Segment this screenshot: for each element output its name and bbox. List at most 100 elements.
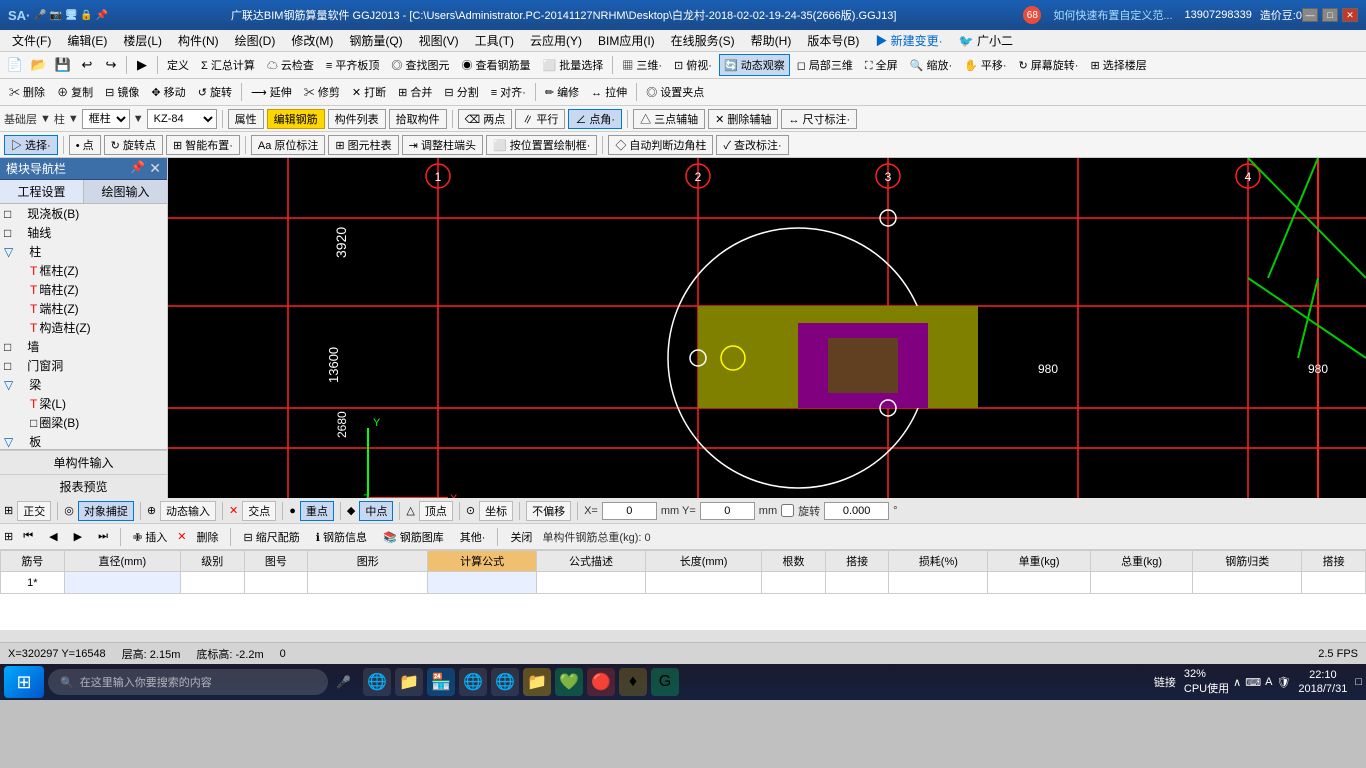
dynamic-view-btn[interactable]: 🔄 动态观察 <box>719 54 790 76</box>
arrow-right-btn[interactable]: ▶ <box>131 54 153 76</box>
pick-comp-btn[interactable]: 拾取构件 <box>389 109 447 129</box>
object-snap-btn[interactable]: 对象捕捉 <box>78 501 134 521</box>
move-op-btn[interactable]: ✥ 移动 <box>146 81 190 103</box>
setpoint-op-btn[interactable]: ◎ 设置夹点 <box>641 81 709 103</box>
place-draw-btn[interactable]: ⬜ 按位置置绘制框· <box>486 135 597 155</box>
rotate-check[interactable] <box>781 504 794 517</box>
zoom-btn[interactable]: 🔍 缩放· <box>905 54 957 76</box>
notification-badge[interactable]: 68 <box>1023 6 1041 24</box>
midpoint-btn[interactable]: 重点 <box>300 501 334 521</box>
rebar-info-btn[interactable]: ℹ 钢筋信息 <box>310 527 373 547</box>
property-btn[interactable]: 属性 <box>228 109 264 129</box>
canvas-area[interactable]: 1 2 3 4 3920 13600 2680 980 980 <box>168 158 1366 498</box>
first-btn[interactable]: ⏮ <box>17 528 39 545</box>
stretch-op-btn[interactable]: ↔ 拉伸 <box>586 81 632 103</box>
project-settings-btn[interactable]: 工程设置 <box>0 180 84 203</box>
tree-item-darkcol[interactable]: T 暗柱(Z) <box>0 280 167 299</box>
taskbar-app-yellow[interactable]: ♦ <box>619 668 647 696</box>
menu-online[interactable]: 在线服务(S) <box>663 30 743 51</box>
copy-op-btn[interactable]: ⊕ 复制 <box>52 81 98 103</box>
component-select[interactable]: KZ-84 <box>147 109 217 129</box>
redo-btn[interactable]: ↪ <box>100 54 122 76</box>
menu-view[interactable]: 视图(V) <box>411 30 467 51</box>
batch-select-btn[interactable]: ⬜ 批量选择 <box>538 54 609 76</box>
rotate-op-btn[interactable]: ↺ 旋转 <box>193 81 237 103</box>
tree-item-endcol[interactable]: T 端柱(Z) <box>0 299 167 318</box>
menu-file[interactable]: 文件(F) <box>4 30 59 51</box>
angle-btn[interactable]: ∠ 点角· <box>568 109 622 129</box>
trim-op-btn[interactable]: ✂ 修剪 <box>299 81 345 103</box>
extend-op-btn[interactable]: ⟶ 延伸 <box>246 81 297 103</box>
two-point-btn[interactable]: ⌫ 两点 <box>458 109 513 129</box>
point-draw-btn[interactable]: • 点 <box>69 135 101 155</box>
tree-item-wall[interactable]: □墙 <box>0 337 167 356</box>
next-btn[interactable]: ▶ <box>68 528 88 545</box>
subtype-select[interactable]: 框柱 暗柱 端柱 <box>82 109 130 129</box>
tree-item-column[interactable]: ▽柱 <box>0 242 167 261</box>
window-controls[interactable]: — □ ✕ <box>1302 8 1358 22</box>
split-op-btn[interactable]: ⊟ 分割 <box>439 81 483 103</box>
dim-btn[interactable]: ↔ 尺寸标注· <box>781 109 857 129</box>
taskbar-app-green[interactable]: 💚 <box>555 668 583 696</box>
last-btn[interactable]: ⏭ <box>92 528 114 545</box>
dia-input[interactable] <box>102 575 142 590</box>
taskbar-time[interactable]: 22:10 2018/7/31 <box>1298 668 1347 697</box>
h-scrollbar[interactable] <box>0 630 1366 642</box>
tray-up-arrow[interactable]: ∧ <box>1233 676 1241 689</box>
tree-item-axis[interactable]: □轴线 <box>0 223 167 242</box>
comp-list-btn[interactable]: 构件列表 <box>328 109 386 129</box>
search-bar[interactable]: 🔍 在这里输入你要搜索的内容 <box>48 669 328 695</box>
no-offset-btn[interactable]: 不偏移 <box>526 501 571 521</box>
notification-area[interactable]: □ <box>1355 676 1362 688</box>
insert-rebar-btn[interactable]: ✙ 插入 <box>127 527 173 547</box>
del-aux-btn[interactable]: ✕ 删除辅轴 <box>708 109 778 129</box>
tray-kbd-icon[interactable]: ⌨ <box>1245 676 1261 689</box>
tree-item-structcol[interactable]: T 构造柱(Z) <box>0 318 167 337</box>
edit-rebar-btn[interactable]: 编辑钢筋 <box>267 109 325 129</box>
taskbar-app-1[interactable]: 🌐 <box>363 668 391 696</box>
tree-item-framebeam[interactable]: T 梁(L) <box>0 394 167 413</box>
auto-corner-btn[interactable]: ◇ 自动判断边角柱 <box>608 135 713 155</box>
taskbar-app-g[interactable]: G <box>651 668 679 696</box>
taskbar-app-red[interactable]: 🔴 <box>587 668 615 696</box>
check-label-btn[interactable]: ✓ 查改标注· <box>716 135 788 155</box>
break-op-btn[interactable]: ✕ 打断 <box>347 81 391 103</box>
smart-layout-btn[interactable]: ⊞ 智能布置· <box>166 135 240 155</box>
save-btn[interactable]: 💾 <box>52 54 74 76</box>
cloud-check-btn[interactable]: ☁ 云检查 <box>262 54 319 76</box>
taskbar-app-2[interactable]: 📁 <box>395 668 423 696</box>
rotate-input[interactable] <box>824 502 889 520</box>
tree-item-framecol[interactable]: T 框柱(Z) <box>0 261 167 280</box>
menu-component[interactable]: 构件(N) <box>170 30 227 51</box>
tree-item-opening[interactable]: □门窗洞 <box>0 356 167 375</box>
taskbar-app-store[interactable]: 🏪 <box>427 668 455 696</box>
tree-item-slab2[interactable]: ▽板 <box>0 432 167 449</box>
menu-rebar-qty[interactable]: 钢筋量(Q) <box>341 30 410 51</box>
tree-item-ringbeam[interactable]: □ 圈梁(B) <box>0 413 167 432</box>
tree-item-beam[interactable]: ▽梁 <box>0 375 167 394</box>
menu-help[interactable]: 帮助(H) <box>743 30 800 51</box>
menu-floor[interactable]: 楼层(L) <box>115 30 170 51</box>
tray-lang-icon[interactable]: A <box>1265 676 1272 688</box>
edit-op-btn[interactable]: ✏ 编修 <box>540 81 584 103</box>
close-rebar-btn[interactable]: 关闭 <box>504 527 538 547</box>
menu-edit[interactable]: 编辑(E) <box>59 30 115 51</box>
cell-dia[interactable] <box>64 572 180 594</box>
define-btn[interactable]: 定义 <box>162 54 194 76</box>
menu-draw[interactable]: 绘图(D) <box>227 30 284 51</box>
merge-op-btn[interactable]: ⊞ 合并 <box>393 81 437 103</box>
start-button[interactable]: ⊞ <box>4 666 44 698</box>
3d-btn[interactable]: ▦ 三维· <box>617 54 667 76</box>
fullscreen-btn[interactable]: ⛶ 全屏 <box>860 54 903 76</box>
adjust-end-btn[interactable]: ⇥ 调整柱端头 <box>402 135 483 155</box>
other-rebar-btn[interactable]: 其他· <box>454 527 492 547</box>
sidebar-close-btn[interactable]: ✕ <box>149 160 161 177</box>
find-element-btn[interactable]: ◎ 查找图元 <box>386 54 454 76</box>
cell-formula[interactable] <box>428 572 537 594</box>
rotate-screen-btn[interactable]: ↻ 屏幕旋转· <box>1014 54 1084 76</box>
coord-btn[interactable]: 坐标 <box>479 501 513 521</box>
rebar-library-btn[interactable]: 📚 钢筋图库 <box>377 527 450 547</box>
sidebar-pin-icon[interactable]: 📌 <box>130 160 145 177</box>
maximize-button[interactable]: □ <box>1322 8 1338 22</box>
draw-input-btn[interactable]: 绘图输入 <box>84 180 167 203</box>
